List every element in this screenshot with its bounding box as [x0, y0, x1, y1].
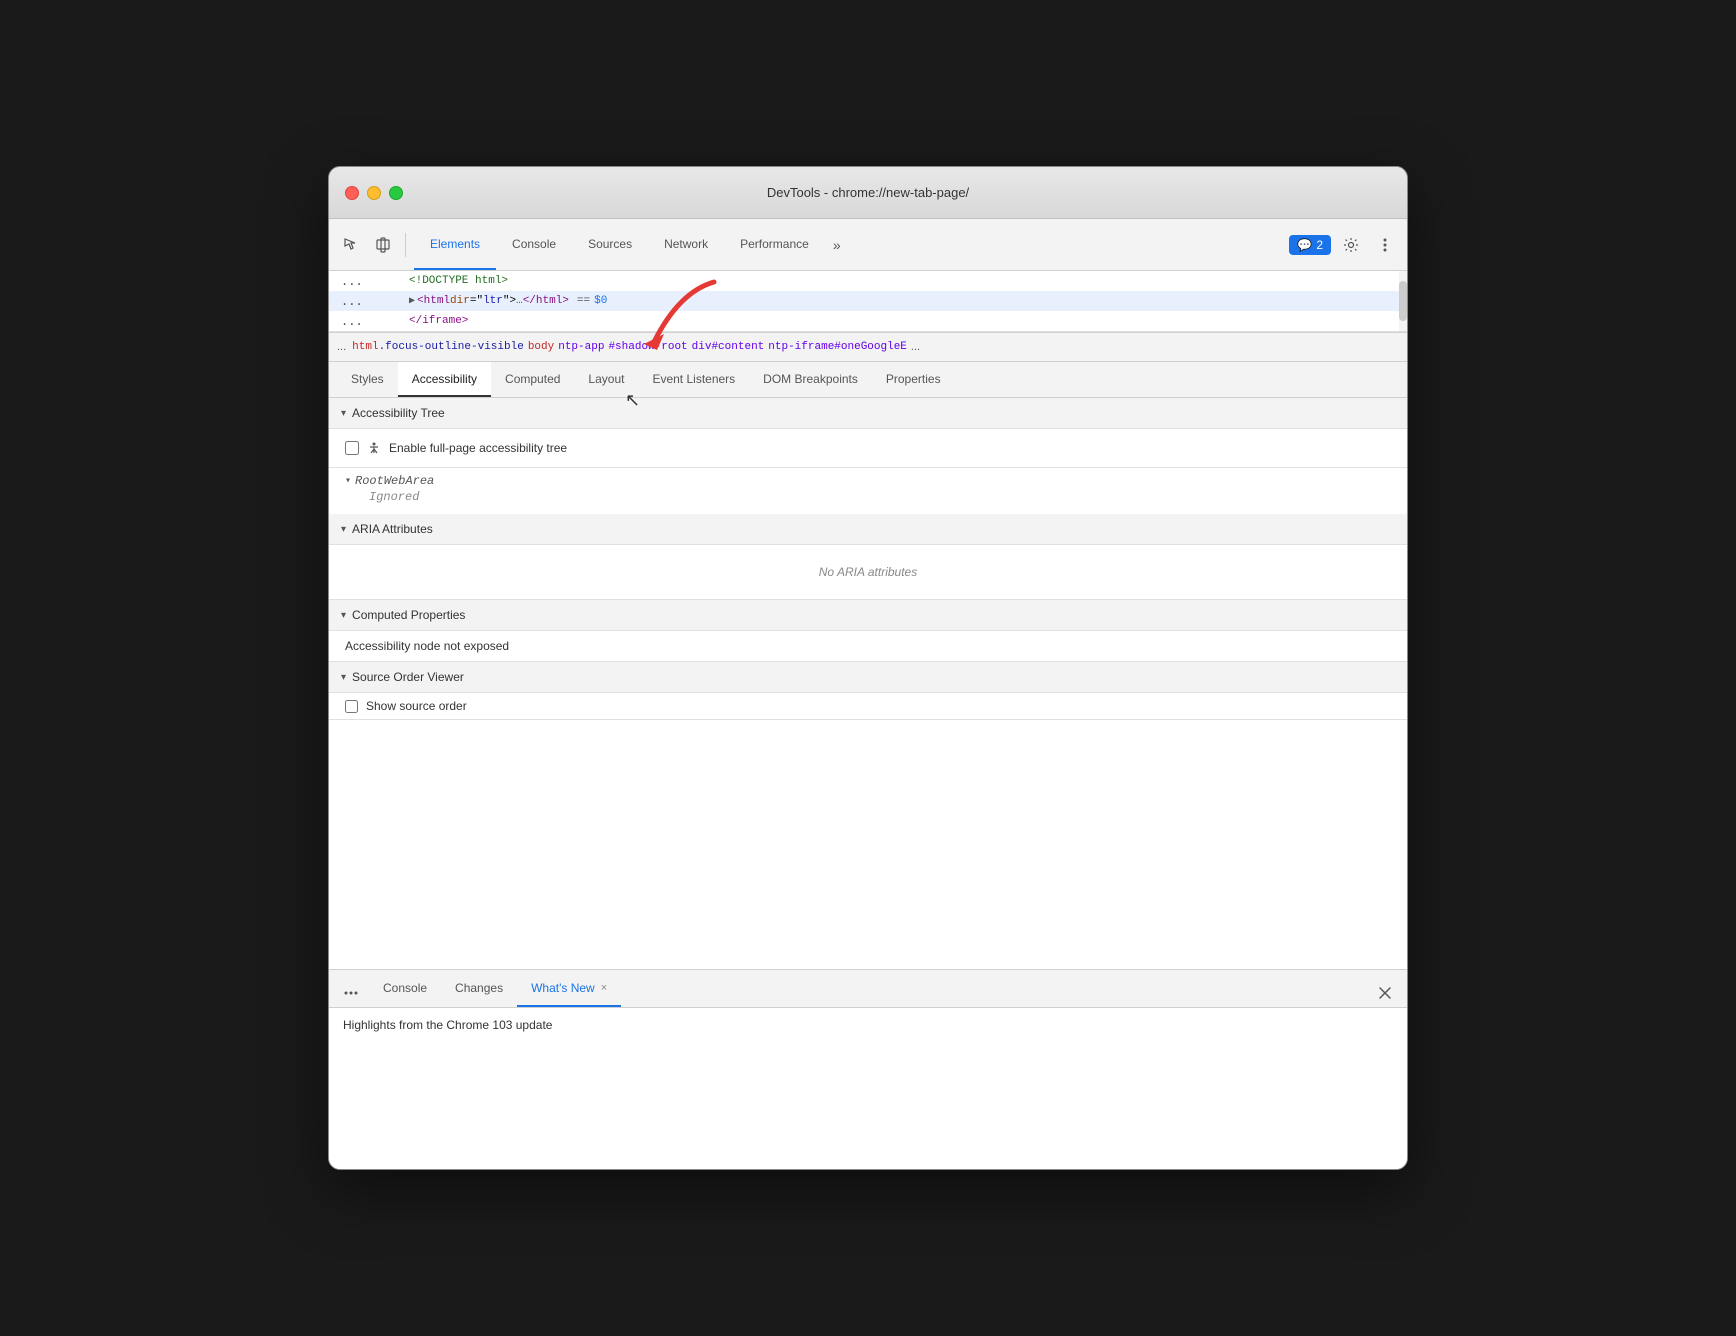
highlights-text: Highlights from the Chrome 103 update — [343, 1018, 552, 1032]
scrollbar-thumb[interactable] — [1399, 281, 1407, 321]
breadcrumb-bar: ... html.focus-outline-visible body ntp-… — [329, 332, 1407, 362]
settings-button[interactable] — [1337, 231, 1365, 259]
line-dots-2[interactable]: ... — [341, 294, 363, 308]
show-source-order-checkbox[interactable] — [345, 700, 358, 713]
window-title: DevTools - chrome://new-tab-page/ — [767, 185, 969, 200]
bottom-tab-whats-new[interactable]: What's New × — [517, 970, 621, 1007]
html-line-doctype[interactable]: ... <!DOCTYPE html> — [329, 271, 1407, 291]
accessibility-icon — [367, 441, 381, 455]
enable-accessibility-row: Enable full-page accessibility tree — [345, 437, 1391, 459]
computed-triangle-icon: ▾ — [341, 610, 346, 621]
enable-accessibility-checkbox[interactable] — [345, 441, 359, 455]
not-exposed-text: Accessibility node not exposed — [345, 639, 1391, 653]
panel-tab-event-listeners[interactable]: Event Listeners — [638, 362, 749, 397]
no-aria-text: No ARIA attributes — [345, 553, 1391, 591]
tab-elements[interactable]: Elements — [414, 219, 496, 270]
chevron-down-icon: ▾ — [345, 475, 351, 487]
tab-sources[interactable]: Sources — [572, 219, 648, 270]
toolbar-right: 💬 2 — [1289, 231, 1399, 259]
accessibility-tree-section-header[interactable]: ▾ Accessibility Tree — [329, 398, 1407, 429]
line-dots-1[interactable]: ... — [341, 274, 363, 288]
iframe-close-tag: </iframe> — [409, 315, 468, 327]
doctype-text: <!DOCTYPE html> — [409, 275, 508, 287]
close-button[interactable] — [345, 186, 359, 200]
panel-tab-accessibility[interactable]: Accessibility — [398, 362, 491, 397]
root-web-area-section: ▾ RootWebArea Ignored — [329, 468, 1407, 514]
computed-properties-label: Computed Properties — [352, 608, 465, 622]
minimize-button[interactable] — [367, 186, 381, 200]
panel-tab-computed[interactable]: Computed — [491, 362, 574, 397]
tab-network[interactable]: Network — [648, 219, 724, 270]
breadcrumb-shadow-root[interactable]: #shadow-root — [608, 341, 687, 353]
accessibility-tree-content: Enable full-page accessibility tree — [329, 429, 1407, 468]
main-tab-bar: Elements Console Sources Network Perform… — [414, 219, 1285, 270]
bottom-dots-button[interactable] — [337, 979, 365, 1007]
triangle-down-icon: ▾ — [341, 408, 346, 419]
more-options-button[interactable] — [1371, 231, 1399, 259]
source-order-section-header[interactable]: ▾ Source Order Viewer — [329, 662, 1407, 693]
breadcrumb-container: ... html.focus-outline-visible body ntp-… — [329, 332, 1407, 362]
badge-count: 2 — [1316, 238, 1323, 252]
traffic-lights — [345, 186, 403, 200]
breadcrumb-ntp-iframe[interactable]: ntp-iframe#oneGoogleE — [768, 341, 907, 353]
source-order-label: Source Order Viewer — [352, 670, 464, 684]
ignored-label: Ignored — [345, 488, 1391, 508]
panel-tab-properties[interactable]: Properties — [872, 362, 955, 397]
root-web-area-item[interactable]: ▾ RootWebArea — [345, 474, 1391, 488]
accessibility-tree-label: Accessibility Tree — [352, 406, 445, 420]
panel-tab-layout[interactable]: Layout — [574, 362, 638, 397]
toolbar-divider — [405, 233, 406, 257]
device-toolbar-button[interactable] — [369, 231, 397, 259]
aria-attributes-content: No ARIA attributes — [329, 545, 1407, 600]
more-tabs-button[interactable]: » — [825, 219, 849, 270]
bottom-tab-console[interactable]: Console — [369, 970, 441, 1007]
maximize-button[interactable] — [389, 186, 403, 200]
html-attr-dir: dir — [450, 295, 470, 307]
breadcrumb-ntp-app[interactable]: ntp-app — [558, 341, 604, 353]
devtools-toolbar: Elements Console Sources Network Perform… — [329, 219, 1407, 271]
aria-attributes-section-header[interactable]: ▾ ARIA Attributes — [329, 514, 1407, 545]
scrollbar-track — [1399, 271, 1407, 331]
html-line-html[interactable]: ... ▶ <html dir =" ltr "> … </html> == $… — [329, 291, 1407, 311]
close-bottom-panel-button[interactable] — [1371, 979, 1399, 1007]
html-panel: ... <!DOCTYPE html> ... ▶ <html dir =" l… — [329, 271, 1407, 332]
breadcrumb-div-content[interactable]: div#content — [692, 341, 765, 353]
whats-new-badge[interactable]: 💬 2 — [1289, 235, 1331, 255]
panel-tab-styles[interactable]: Styles — [337, 362, 398, 397]
bottom-tab-changes[interactable]: Changes — [441, 970, 517, 1007]
aria-attributes-label: ARIA Attributes — [352, 522, 433, 536]
devtools-container: Elements Console Sources Network Perform… — [329, 219, 1407, 1169]
panel-tabs-bar: Styles Accessibility Computed Layout Eve… — [329, 362, 1407, 398]
source-order-triangle-icon: ▾ — [341, 672, 346, 683]
main-content: ▾ Accessibility Tree Enable full-page ac… — [329, 398, 1407, 969]
whats-new-close-icon[interactable]: × — [601, 982, 607, 994]
breadcrumb-end-dots[interactable]: ... — [911, 341, 920, 353]
bottom-panel: Console Changes What's New × Highlights … — [329, 969, 1407, 1169]
computed-properties-content: Accessibility node not exposed — [329, 631, 1407, 662]
breadcrumb-body[interactable]: body — [528, 341, 554, 353]
tab-performance[interactable]: Performance — [724, 219, 825, 270]
root-web-area-label: RootWebArea — [355, 474, 434, 488]
chat-icon: 💬 — [1297, 238, 1312, 252]
html-line-iframe[interactable]: ... </iframe> — [329, 311, 1407, 331]
bottom-tabs-bar: Console Changes What's New × — [329, 970, 1407, 1008]
devtools-window: DevTools - chrome://new-tab-page/ Elemen… — [328, 166, 1408, 1170]
source-order-row: Show source order — [329, 693, 1407, 720]
html-open-tag: <html — [417, 295, 450, 307]
show-source-order-label: Show source order — [366, 699, 467, 713]
tab-console[interactable]: Console — [496, 219, 572, 270]
inspect-element-button[interactable] — [337, 231, 365, 259]
computed-properties-section-header[interactable]: ▾ Computed Properties — [329, 600, 1407, 631]
titlebar: DevTools - chrome://new-tab-page/ — [329, 167, 1407, 219]
bottom-panel-content: Highlights from the Chrome 103 update — [329, 1008, 1407, 1169]
panel-tab-dom-breakpoints[interactable]: DOM Breakpoints — [749, 362, 872, 397]
breadcrumb-html[interactable]: html.focus-outline-visible — [352, 341, 524, 353]
line-dots-3[interactable]: ... — [341, 314, 363, 328]
expand-html[interactable]: ▶ — [409, 295, 415, 307]
enable-accessibility-label: Enable full-page accessibility tree — [389, 441, 567, 455]
aria-triangle-icon: ▾ — [341, 524, 346, 535]
breadcrumb-start-dots[interactable]: ... — [337, 341, 346, 353]
